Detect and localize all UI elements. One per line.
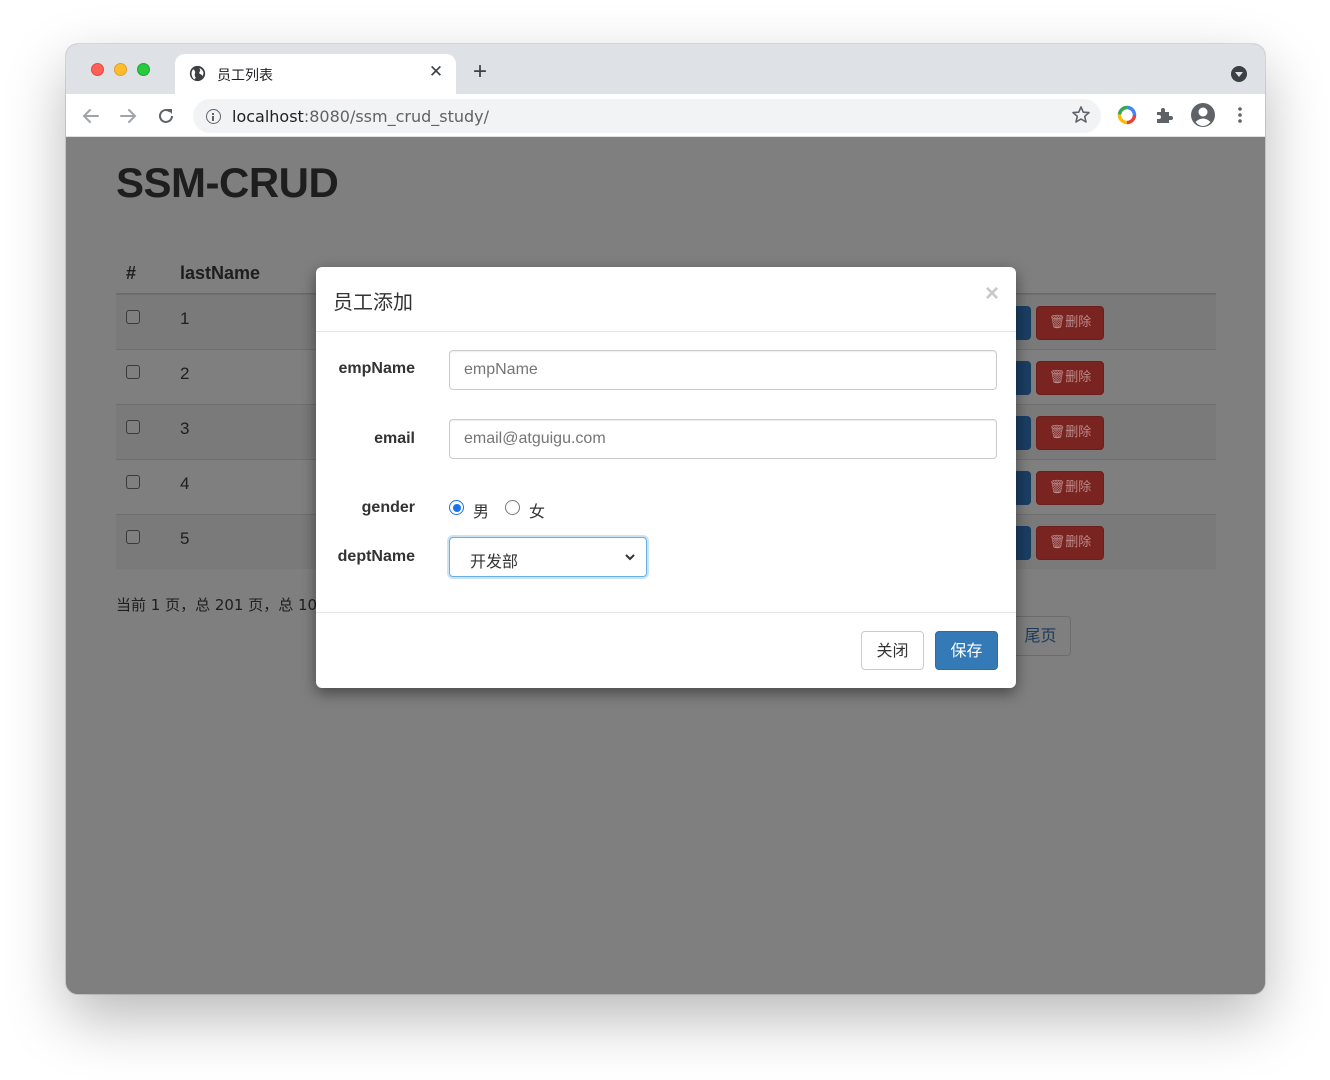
gender-label: gender	[361, 499, 415, 516]
modal-close-icon[interactable]: ×	[985, 282, 999, 306]
edit-button[interactable]	[1014, 306, 1031, 340]
extension-ring-icon[interactable]	[1116, 104, 1138, 126]
tab-close-icon[interactable]: ✕	[426, 62, 446, 82]
close-button[interactable]: 关闭	[861, 631, 924, 670]
site-info-icon[interactable]	[206, 109, 221, 124]
delete-button[interactable]: 🗑删除	[1036, 306, 1104, 340]
url-host: localhost	[232, 107, 304, 126]
empname-input[interactable]	[449, 350, 997, 390]
browser-window: 员工列表 ✕ + localhost:8080/ssm_crud_study/	[66, 44, 1265, 994]
page-title: SSM-CRUD	[116, 159, 339, 206]
row-checkbox[interactable]	[126, 365, 140, 379]
new-tab-button[interactable]: +	[468, 60, 492, 85]
bookmark-star-icon[interactable]	[1071, 105, 1091, 125]
close-window-button[interactable]	[91, 63, 104, 76]
gender-male-label[interactable]: 男	[473, 498, 489, 522]
lastname-column-header: lastName	[180, 263, 261, 283]
deptname-selected-value: 开发部	[470, 552, 519, 571]
profile-avatar-icon[interactable]	[1190, 102, 1216, 128]
deptname-select[interactable]: 开发部	[449, 537, 647, 577]
delete-label: 删除	[1065, 425, 1092, 440]
extensions-puzzle-icon[interactable]	[1153, 104, 1175, 126]
row-checkbox[interactable]	[126, 420, 140, 434]
row-id: 2	[180, 364, 190, 383]
globe-icon	[189, 65, 206, 82]
save-button[interactable]: 保存	[935, 631, 998, 670]
delete-label: 删除	[1065, 370, 1092, 385]
row-id: 3	[180, 419, 190, 438]
menu-kebab-icon[interactable]	[1229, 104, 1251, 126]
gender-female-radio[interactable]	[505, 500, 520, 515]
minimize-window-button[interactable]	[114, 63, 127, 76]
modal-footer: 关闭 保存	[316, 612, 1016, 688]
delete-label: 删除	[1065, 315, 1092, 330]
modal-title: 员工添加	[333, 290, 413, 314]
gender-female-label[interactable]: 女	[529, 498, 545, 522]
deptname-label: deptName	[337, 548, 415, 565]
last-page-link[interactable]: 尾页	[1010, 617, 1070, 655]
reload-icon[interactable]	[153, 103, 179, 129]
forward-arrow-icon[interactable]	[115, 103, 141, 129]
page-viewport: SSM-CRUD # lastName 1 🗑删除 2 🗑删除 3 🗑删除 4	[66, 137, 1265, 994]
back-arrow-icon[interactable]	[78, 103, 104, 129]
delete-label: 删除	[1065, 535, 1092, 550]
edit-button[interactable]	[1014, 471, 1031, 505]
delete-button[interactable]: 🗑删除	[1036, 526, 1104, 560]
chevron-down-icon	[625, 554, 635, 561]
delete-button[interactable]: 🗑删除	[1036, 361, 1104, 395]
email-input[interactable]	[449, 419, 997, 459]
row-id: 1	[180, 309, 190, 328]
edit-button[interactable]	[1014, 416, 1031, 450]
edit-button[interactable]	[1014, 361, 1031, 395]
edit-button[interactable]	[1014, 526, 1031, 560]
delete-label: 删除	[1065, 480, 1092, 495]
row-checkbox[interactable]	[126, 310, 140, 324]
delete-button[interactable]: 🗑删除	[1036, 416, 1104, 450]
maximize-window-button[interactable]	[137, 63, 150, 76]
row-id: 4	[180, 474, 190, 493]
gender-male-radio[interactable]	[449, 500, 464, 515]
row-id: 5	[180, 529, 190, 548]
select-column-header: #	[126, 263, 137, 283]
email-label: email	[374, 430, 415, 447]
url-text: localhost:8080/ssm_crud_study/	[232, 107, 489, 126]
tab-search-icon[interactable]	[1231, 66, 1247, 82]
tab-strip: 员工列表 ✕ +	[66, 44, 1265, 94]
tab-title: 员工列表	[217, 68, 273, 84]
address-bar[interactable]: localhost:8080/ssm_crud_study/	[193, 99, 1101, 133]
browser-tab[interactable]: 员工列表 ✕	[175, 54, 456, 94]
row-checkbox[interactable]	[126, 475, 140, 489]
browser-toolbar: localhost:8080/ssm_crud_study/	[66, 94, 1265, 137]
url-path: :8080/ssm_crud_study/	[303, 107, 490, 126]
add-employee-modal: 员工添加 × empName email gender 男 女 deptName…	[316, 267, 1016, 688]
empname-label: empName	[338, 360, 415, 377]
delete-button[interactable]: 🗑删除	[1036, 471, 1104, 505]
row-checkbox[interactable]	[126, 530, 140, 544]
modal-header: 员工添加 ×	[316, 267, 1016, 332]
